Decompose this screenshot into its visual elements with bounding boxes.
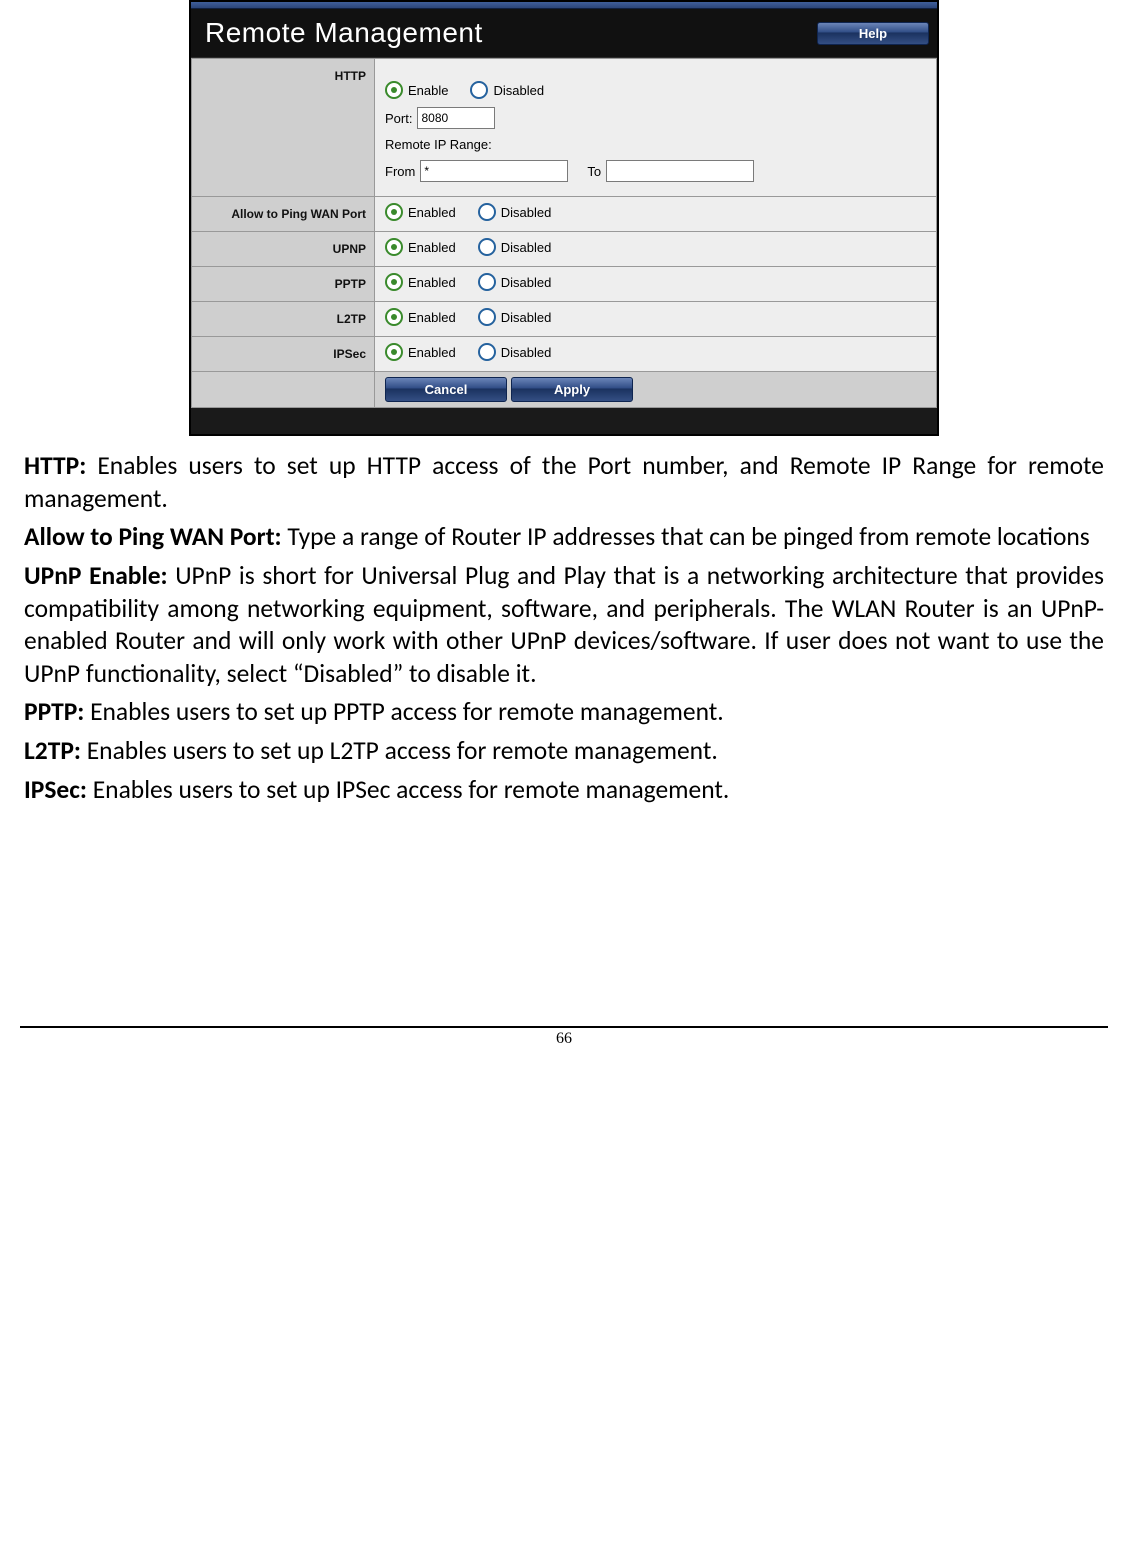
upnp-disabled-radio[interactable]: Disabled — [478, 238, 552, 256]
desc-ipsec-text: Enables users to set up IPSec access for… — [87, 774, 729, 805]
radio-unchecked-icon — [470, 81, 488, 99]
description-text: HTTP: Enables users to set up HTTP acces… — [24, 450, 1104, 806]
desc-ping-text: Type a range of Router IP addresses that… — [282, 521, 1090, 552]
pptp-enabled-radio[interactable]: Enabled — [385, 273, 456, 291]
row-ping: Allow to Ping WAN Port Enabled Disabled — [192, 197, 937, 232]
remote-management-panel: Remote Management Help HTTP Enable — [189, 0, 939, 436]
desc-ipsec-bold: IPSec: — [24, 774, 87, 805]
desc-pptp-bold: PPTP: — [24, 696, 84, 727]
desc-upnp-bold: UPnP Enable: — [24, 560, 168, 591]
ping-disabled-radio[interactable]: Disabled — [478, 203, 552, 221]
row-http: HTTP Enable Disabled — [192, 59, 937, 197]
radio-checked-icon — [385, 203, 403, 221]
radio-checked-icon — [385, 81, 403, 99]
help-button[interactable]: Help — [817, 22, 929, 45]
http-enable-radio[interactable]: Enable — [385, 81, 448, 99]
from-label: From — [385, 164, 415, 179]
row-ipsec: IPSec Enabled Disabled — [192, 337, 937, 372]
remote-ip-range-label: Remote IP Range: — [385, 137, 492, 152]
radio-unchecked-icon — [478, 273, 496, 291]
desc-l2tp-text: Enables users to set up L2TP access for … — [81, 735, 718, 766]
ipsec-disabled-radio[interactable]: Disabled — [478, 343, 552, 361]
cancel-button[interactable]: Cancel — [385, 377, 507, 402]
http-enable-label: Enable — [408, 83, 448, 98]
row-l2tp: L2TP Enabled Disabled — [192, 302, 937, 337]
desc-l2tp-bold: L2TP: — [24, 735, 81, 766]
from-ip-input[interactable] — [420, 160, 568, 182]
radio-unchecked-icon — [478, 343, 496, 361]
radio-unchecked-icon — [478, 308, 496, 326]
radio-checked-icon — [385, 343, 403, 361]
pptp-disabled-radio[interactable]: Disabled — [478, 273, 552, 291]
desc-http-bold: HTTP: — [24, 450, 86, 481]
radio-checked-icon — [385, 238, 403, 256]
label-ping: Allow to Ping WAN Port — [192, 197, 375, 232]
panel-title: Remote Management — [205, 17, 483, 49]
radio-checked-icon — [385, 273, 403, 291]
port-label: Port: — [385, 111, 412, 126]
label-http: HTTP — [192, 59, 375, 197]
desc-ping-bold: Allow to Ping WAN Port: — [24, 521, 282, 552]
radio-unchecked-icon — [478, 203, 496, 221]
radio-checked-icon — [385, 308, 403, 326]
label-upnp: UPNP — [192, 232, 375, 267]
apply-button[interactable]: Apply — [511, 377, 633, 402]
to-ip-input[interactable] — [606, 160, 754, 182]
port-input[interactable] — [417, 107, 495, 129]
page-number: 66 — [20, 1030, 1108, 1048]
label-l2tp: L2TP — [192, 302, 375, 337]
footer-rule — [20, 1026, 1108, 1028]
desc-upnp-text: UPnP is short for Universal Plug and Pla… — [24, 560, 1104, 689]
l2tp-disabled-radio[interactable]: Disabled — [478, 308, 552, 326]
window-top-strip — [191, 2, 937, 9]
ipsec-enabled-radio[interactable]: Enabled — [385, 343, 456, 361]
row-pptp: PPTP Enabled Disabled — [192, 267, 937, 302]
title-bar: Remote Management Help — [191, 9, 937, 58]
desc-pptp-text: Enables users to set up PPTP access for … — [84, 696, 723, 727]
radio-unchecked-icon — [478, 238, 496, 256]
label-pptp: PPTP — [192, 267, 375, 302]
http-disabled-label: Disabled — [493, 83, 544, 98]
to-label: To — [587, 164, 601, 179]
l2tp-enabled-radio[interactable]: Enabled — [385, 308, 456, 326]
row-upnp: UPNP Enabled Disabled — [192, 232, 937, 267]
panel-bottom-pad — [191, 408, 937, 434]
http-disabled-radio[interactable]: Disabled — [470, 81, 544, 99]
upnp-enabled-radio[interactable]: Enabled — [385, 238, 456, 256]
desc-http-text: Enables users to set up HTTP access of t… — [24, 450, 1104, 514]
row-buttons: CancelApply — [192, 372, 937, 408]
label-ipsec: IPSec — [192, 337, 375, 372]
ping-enabled-radio[interactable]: Enabled — [385, 203, 456, 221]
settings-form: HTTP Enable Disabled — [191, 58, 937, 408]
